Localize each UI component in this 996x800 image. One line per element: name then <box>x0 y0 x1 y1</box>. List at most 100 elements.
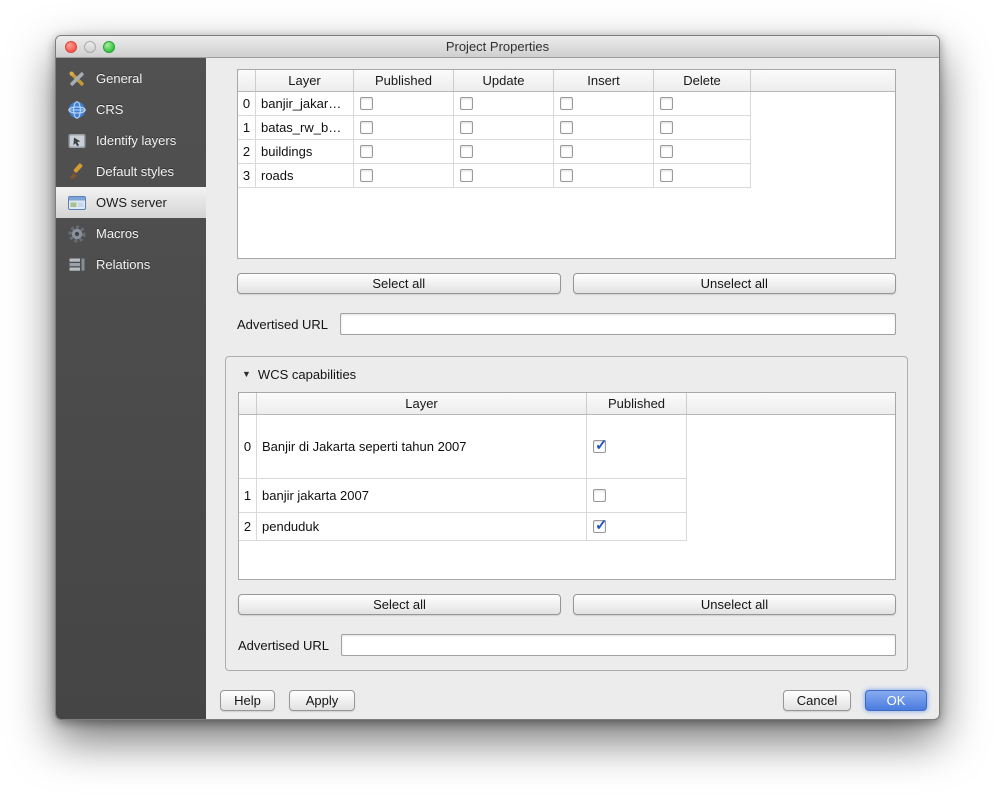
insert-cell <box>554 140 654 163</box>
column-header: Delete <box>654 70 751 91</box>
table-row[interactable]: 0Banjir di Jakarta seperti tahun 2007 <box>239 415 687 479</box>
cancel-button[interactable]: Cancel <box>783 690 851 711</box>
sidebar-item-identify-layers[interactable]: Identify layers <box>56 125 206 156</box>
delete-checkbox[interactable] <box>660 145 673 158</box>
delete-cell <box>654 140 751 163</box>
collapse-triangle-icon[interactable]: ▼ <box>242 370 251 379</box>
row-index: 1 <box>238 116 256 139</box>
delete-cell <box>654 116 751 139</box>
sidebar-item-ows-server[interactable]: OWS server <box>56 187 206 218</box>
update-cell <box>454 140 554 163</box>
delete-checkbox[interactable] <box>660 121 673 134</box>
layer-name-cell: banjir jakarta 2007 <box>257 479 587 512</box>
column-header: Published <box>587 393 687 414</box>
delete-cell <box>654 164 751 187</box>
row-index: 0 <box>239 415 257 478</box>
wcs-layers-table: LayerPublished0Banjir di Jakarta seperti… <box>238 392 896 580</box>
table-row[interactable]: 0banjir_jakar… <box>238 92 751 116</box>
minimize-button[interactable] <box>84 41 96 53</box>
gear-icon <box>66 224 88 244</box>
sidebar-item-label: CRS <box>96 102 123 117</box>
wcs-unselect-all-button[interactable]: Unselect all <box>573 594 896 615</box>
published-checkbox[interactable] <box>360 97 373 110</box>
published-checkbox[interactable] <box>360 145 373 158</box>
table-row[interactable]: 2penduduk <box>239 513 687 541</box>
update-checkbox[interactable] <box>460 97 473 110</box>
table-row[interactable]: 3roads <box>238 164 751 188</box>
globe-icon <box>66 100 88 120</box>
sidebar-item-default-styles[interactable]: Default styles <box>56 156 206 187</box>
published-checkbox[interactable] <box>593 520 606 533</box>
paintbrush-icon <box>66 162 88 182</box>
insert-checkbox[interactable] <box>560 121 573 134</box>
corner-cell <box>239 393 257 414</box>
apply-button[interactable]: Apply <box>289 690 355 711</box>
delete-checkbox[interactable] <box>660 97 673 110</box>
update-cell <box>454 92 554 115</box>
layer-name-cell: roads <box>256 164 354 187</box>
sidebar-item-label: Macros <box>96 226 139 241</box>
published-checkbox[interactable] <box>360 169 373 182</box>
ok-button[interactable]: OK <box>865 690 927 711</box>
insert-cell <box>554 92 654 115</box>
sidebar-item-label: Identify layers <box>96 133 176 148</box>
desktop-background: Project Properties General CRS Identify la… <box>0 0 996 800</box>
row-index: 0 <box>238 92 256 115</box>
sidebar-item-relations[interactable]: Relations <box>56 249 206 280</box>
published-checkbox[interactable] <box>593 440 606 453</box>
row-index: 3 <box>238 164 256 187</box>
delete-cell <box>654 92 751 115</box>
wfs-select-all-button[interactable]: Select all <box>237 273 561 294</box>
wcs-table-header: LayerPublished <box>239 393 895 415</box>
published-cell <box>587 415 687 478</box>
table-row[interactable]: 1batas_rw_b… <box>238 116 751 140</box>
update-cell <box>454 116 554 139</box>
published-cell <box>354 92 454 115</box>
update-checkbox[interactable] <box>460 145 473 158</box>
sidebar-item-crs[interactable]: CRS <box>56 94 206 125</box>
wfs-table-header: LayerPublishedUpdateInsertDelete <box>238 70 895 92</box>
published-cell <box>587 513 687 540</box>
ows-scroll-area: LayerPublishedUpdateInsertDelete0banjir_… <box>206 69 939 671</box>
table-row[interactable]: 1banjir jakarta 2007 <box>239 479 687 513</box>
header-filler <box>687 393 895 414</box>
insert-checkbox[interactable] <box>560 97 573 110</box>
insert-checkbox[interactable] <box>560 145 573 158</box>
wfs-unselect-all-button[interactable]: Unselect all <box>573 273 897 294</box>
wcs-capabilities-section: ▼ WCS capabilities LayerPublished0Banjir… <box>225 356 908 671</box>
zoom-button[interactable] <box>103 41 115 53</box>
table-row[interactable]: 2buildings <box>238 140 751 164</box>
published-cell <box>354 140 454 163</box>
layer-name-cell: buildings <box>256 140 354 163</box>
layer-name-cell: batas_rw_b… <box>256 116 354 139</box>
insert-checkbox[interactable] <box>560 169 573 182</box>
delete-checkbox[interactable] <box>660 169 673 182</box>
published-cell <box>354 116 454 139</box>
update-cell <box>454 164 554 187</box>
update-checkbox[interactable] <box>460 121 473 134</box>
wfs-advertised-url-label: Advertised URL <box>237 317 340 332</box>
row-index: 2 <box>238 140 256 163</box>
sidebar-item-macros[interactable]: Macros <box>56 218 206 249</box>
help-button[interactable]: Help <box>220 690 275 711</box>
layer-name-cell: penduduk <box>257 513 587 540</box>
close-button[interactable] <box>65 41 77 53</box>
update-checkbox[interactable] <box>460 169 473 182</box>
content-pane: LayerPublishedUpdateInsertDelete0banjir_… <box>206 58 939 720</box>
titlebar[interactable]: Project Properties <box>56 36 939 58</box>
wcs-advertised-url-input[interactable] <box>341 634 896 656</box>
wfs-advertised-url-input[interactable] <box>340 313 896 335</box>
table-relations-icon <box>66 255 88 275</box>
published-checkbox[interactable] <box>593 489 606 502</box>
wcs-select-all-button[interactable]: Select all <box>238 594 561 615</box>
insert-cell <box>554 164 654 187</box>
column-header: Layer <box>256 70 354 91</box>
traffic-lights <box>65 41 115 53</box>
published-cell <box>587 479 687 512</box>
published-checkbox[interactable] <box>360 121 373 134</box>
sidebar-item-general[interactable]: General <box>56 63 206 94</box>
header-filler <box>751 70 895 91</box>
sidebar-item-label: Default styles <box>96 164 174 179</box>
layer-name-cell: Banjir di Jakarta seperti tahun 2007 <box>257 415 587 478</box>
sidebar-item-label: General <box>96 71 142 86</box>
